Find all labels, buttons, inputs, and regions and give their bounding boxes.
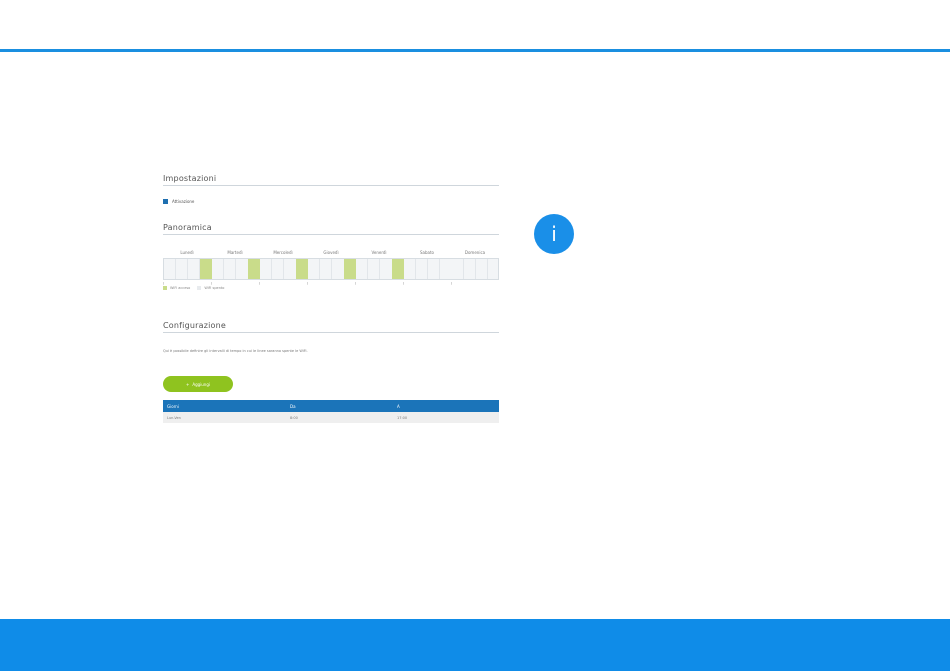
- timeline-cell: [464, 259, 476, 279]
- timeline-cell: [416, 259, 428, 279]
- header-da: Da: [290, 403, 296, 409]
- top-divider: [0, 49, 950, 52]
- tick-mark: |: [451, 281, 453, 285]
- add-button-label: Aggiungi: [192, 381, 210, 387]
- timeline-cell: [260, 259, 272, 279]
- timeline-cell: [272, 259, 284, 279]
- header-giorni: Giorni: [167, 403, 179, 409]
- impostazioni-title: Impostazioni: [163, 174, 217, 183]
- day-label: Mercoledì: [273, 250, 293, 255]
- day-label: Martedì: [227, 250, 243, 255]
- timeline-cell: [428, 259, 440, 279]
- timeline-cell: [308, 259, 320, 279]
- day-label: Sabato: [420, 250, 434, 255]
- plus-icon: +: [185, 381, 190, 387]
- activation-checkbox-row[interactable]: Attivazione: [163, 199, 194, 204]
- timeline-cell: [224, 259, 236, 279]
- configurazione-description: Qui è possibile definire gli intervalli …: [163, 349, 308, 353]
- tick-mark: |: [163, 281, 165, 285]
- activation-checkbox-label: Attivazione: [172, 199, 195, 204]
- wifi-on-block[interactable]: [344, 259, 356, 279]
- panoramica-title: Panoramica: [163, 223, 212, 232]
- tick-mark: |: [307, 281, 309, 285]
- timeline-cell: [452, 259, 464, 279]
- legend-off-swatch: [197, 286, 202, 290]
- day-label: Giovedì: [323, 250, 339, 255]
- timeline-cell: [176, 259, 188, 279]
- bottom-bar: [0, 619, 950, 671]
- impostazioni-rule: [163, 185, 499, 186]
- timeline-legend: WiFi acceso WiFi spento: [163, 286, 224, 290]
- cell-giorni: Lun-Ven: [167, 415, 181, 420]
- tick-mark: |: [403, 281, 405, 285]
- table-row[interactable]: Lun-Ven 8:00 17:00: [163, 412, 499, 423]
- tick-mark: |: [211, 281, 213, 285]
- info-icon-glyph: i: [551, 222, 557, 246]
- day-labels: Lunedì Martedì Mercoledì Giovedì Venerdì…: [163, 250, 499, 258]
- day-label: Domenica: [464, 250, 486, 255]
- cell-da: 8:00: [290, 415, 298, 420]
- legend-off-label: WiFi spento: [204, 286, 225, 290]
- timeline-cell: [356, 259, 368, 279]
- configurazione-title: Configurazione: [163, 321, 227, 330]
- tick-mark: |: [259, 281, 261, 285]
- activation-checkbox[interactable]: [163, 199, 168, 204]
- day-label: Venerdì: [371, 250, 387, 255]
- wifi-schedule-panel: Impostazioni Attivazione Panoramica Lune…: [163, 168, 499, 430]
- day-label: Lunedì: [180, 250, 194, 255]
- timeline-grid: [163, 258, 499, 280]
- legend-on-label: WiFi acceso: [170, 286, 191, 290]
- timeline-cell: [320, 259, 332, 279]
- table-header: Giorni Da A: [163, 400, 499, 412]
- weekly-timeline: Lunedì Martedì Mercoledì Giovedì Venerdì…: [163, 250, 499, 286]
- tick-mark: |: [355, 281, 357, 285]
- timeline-cell: [404, 259, 416, 279]
- legend-on-swatch: [163, 286, 167, 290]
- info-icon: i: [534, 214, 574, 254]
- timeline-cell: [212, 259, 224, 279]
- add-interval-button[interactable]: + Aggiungi: [163, 376, 233, 392]
- wifi-on-block[interactable]: [392, 259, 404, 279]
- cell-a: 17:00: [397, 415, 408, 420]
- timeline-cell: [164, 259, 176, 279]
- wifi-on-block[interactable]: [296, 259, 308, 279]
- timeline-cell: [476, 259, 488, 279]
- timeline-cell: [188, 259, 200, 279]
- wifi-on-block[interactable]: [200, 259, 212, 279]
- timeline-cell: [368, 259, 380, 279]
- configurazione-rule: [163, 332, 499, 333]
- panoramica-rule: [163, 234, 499, 235]
- schedule-table: Giorni Da A Lun-Ven 8:00 17:00: [163, 400, 499, 423]
- wifi-on-block[interactable]: [248, 259, 260, 279]
- header-a: A: [397, 403, 400, 409]
